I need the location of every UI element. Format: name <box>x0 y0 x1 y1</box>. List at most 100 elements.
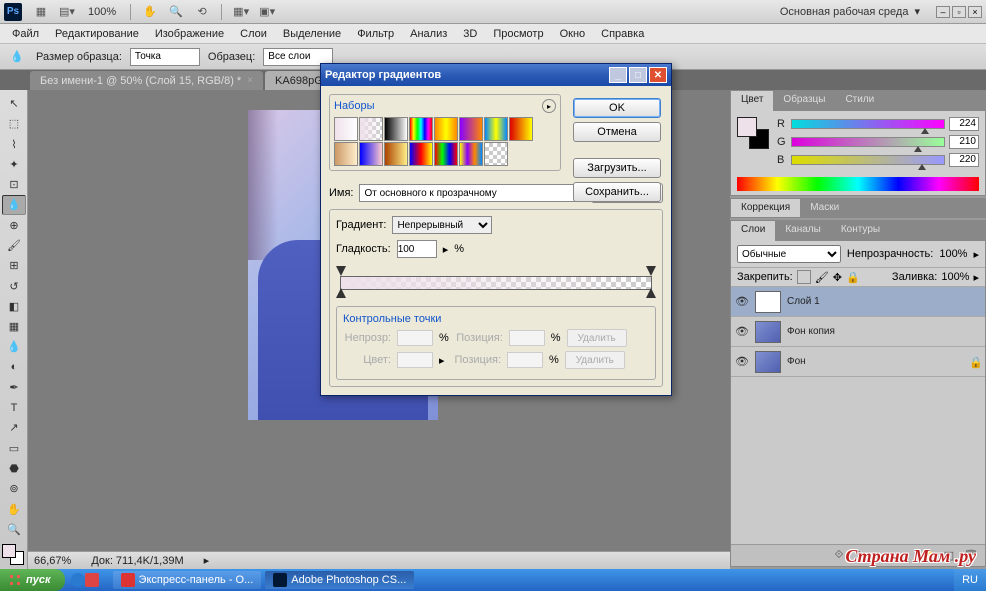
tab-paths[interactable]: Контуры <box>831 221 890 241</box>
load-button[interactable]: Загрузить... <box>573 158 661 178</box>
maximize-button[interactable]: ▫ <box>952 6 966 18</box>
brush-tool[interactable]: 🖌 <box>2 236 26 255</box>
spectrum-bar[interactable] <box>737 177 979 191</box>
fill-value[interactable]: 100% <box>941 271 969 283</box>
menu-window[interactable]: Окно <box>552 26 594 42</box>
viewmode-icon[interactable]: ▤▾ <box>56 3 78 21</box>
menu-help[interactable]: Справка <box>593 26 652 42</box>
zoom-tool[interactable]: 🔍 <box>2 520 26 539</box>
zoom-level[interactable]: 100% <box>82 6 122 18</box>
layer-thumbnail[interactable] <box>755 291 781 313</box>
workspace-switcher[interactable]: Основная рабочая среда▾ <box>772 5 928 18</box>
taskbar-item[interactable]: Adobe Photoshop CS... <box>265 571 414 589</box>
gradient-preset[interactable] <box>459 142 483 166</box>
gradient-preset[interactable] <box>509 117 533 141</box>
eyedropper-tool[interactable]: 💧 <box>2 195 26 214</box>
gradient-preset[interactable] <box>359 142 383 166</box>
close-button[interactable]: ✕ <box>649 67 667 83</box>
lock-pixels-icon[interactable]: 🖌 <box>815 271 829 284</box>
gradient-preset[interactable] <box>434 117 458 141</box>
3d-tool[interactable]: ⬣ <box>2 459 26 478</box>
maximize-button[interactable]: □ <box>629 67 647 83</box>
yandex-icon[interactable] <box>85 573 99 587</box>
gradient-preset[interactable] <box>384 117 408 141</box>
gradient-preset[interactable] <box>409 142 433 166</box>
heal-tool[interactable]: ⊕ <box>2 216 26 235</box>
gradient-preset[interactable] <box>459 117 483 141</box>
visibility-icon[interactable]: 👁 <box>735 295 749 309</box>
pen-tool[interactable]: ✒ <box>2 378 26 397</box>
tab-swatches[interactable]: Образцы <box>773 91 835 111</box>
document-tab[interactable]: Без имени-1 @ 50% (Слой 15, RGB/8) *× <box>30 71 263 90</box>
minimize-button[interactable]: – <box>936 6 950 18</box>
gradient-preset[interactable] <box>384 142 408 166</box>
r-value[interactable]: 224 <box>949 117 979 131</box>
cancel-button[interactable]: Отмена <box>573 122 661 142</box>
opacity-stop[interactable] <box>336 266 346 276</box>
status-zoom[interactable]: 66,67% <box>34 555 71 567</box>
ok-button[interactable]: OK <box>573 98 661 118</box>
zoom-icon[interactable]: 🔍 <box>165 3 187 21</box>
visibility-icon[interactable]: 👁 <box>735 325 749 339</box>
crop-tool[interactable]: ⊡ <box>2 175 26 194</box>
menu-filter[interactable]: Фильтр <box>349 26 402 42</box>
marquee-tool[interactable]: ⬚ <box>2 114 26 133</box>
hand-icon[interactable]: ✋ <box>139 3 161 21</box>
taskbar-item[interactable]: Экспресс-панель - O... <box>113 571 262 589</box>
dialog-titlebar[interactable]: Редактор градиентов _ □ ✕ <box>321 64 671 86</box>
layer-thumbnail[interactable] <box>755 321 781 343</box>
opacity-stop[interactable] <box>646 266 656 276</box>
layer-row[interactable]: 👁 Фон копия <box>731 317 985 347</box>
blur-tool[interactable]: 💧 <box>2 337 26 356</box>
save-button[interactable]: Сохранить... <box>573 182 661 202</box>
close-icon[interactable]: × <box>247 75 253 86</box>
screenmode-icon[interactable]: ▣▾ <box>256 3 278 21</box>
tab-layers[interactable]: Слои <box>731 221 775 241</box>
menu-file[interactable]: Файл <box>4 26 47 42</box>
smoothness-input[interactable] <box>397 240 437 258</box>
layer-row[interactable]: 👁 Слой 1 <box>731 287 985 317</box>
gradient-preset[interactable] <box>409 117 433 141</box>
stamp-tool[interactable]: ⊞ <box>2 256 26 275</box>
g-slider[interactable] <box>791 137 945 147</box>
lock-transparency-icon[interactable] <box>797 270 811 284</box>
gradient-preset[interactable] <box>484 117 508 141</box>
layer-row[interactable]: 👁 Фон 🔒 <box>731 347 985 377</box>
hand-tool[interactable]: ✋ <box>2 499 26 518</box>
lock-all-icon[interactable]: 🔒 <box>846 271 860 284</box>
tab-channels[interactable]: Каналы <box>775 221 831 241</box>
gradient-bar[interactable] <box>336 268 656 296</box>
3d-camera-tool[interactable]: ⊚ <box>2 479 26 498</box>
tab-styles[interactable]: Стили <box>835 91 884 111</box>
menu-3d[interactable]: 3D <box>455 26 485 42</box>
ie-icon[interactable] <box>71 573 85 587</box>
wand-tool[interactable]: ✦ <box>2 155 26 174</box>
shape-tool[interactable]: ▭ <box>2 439 26 458</box>
visibility-icon[interactable]: 👁 <box>735 355 749 369</box>
menu-view[interactable]: Просмотр <box>485 26 551 42</box>
presets-menu-icon[interactable]: ▸ <box>542 99 556 113</box>
menu-layer[interactable]: Слои <box>232 26 275 42</box>
menu-edit[interactable]: Редактирование <box>47 26 147 42</box>
layer-thumbnail[interactable] <box>755 351 781 373</box>
gradient-preset[interactable] <box>334 142 358 166</box>
minimize-button[interactable]: _ <box>609 67 627 83</box>
gradient-tool[interactable]: ▦ <box>2 317 26 336</box>
tab-color[interactable]: Цвет <box>731 91 773 111</box>
tab-adjustments[interactable]: Коррекция <box>731 199 800 217</box>
blend-mode-select[interactable]: Обычные <box>737 245 841 263</box>
dodge-tool[interactable]: ◐ <box>2 358 26 377</box>
gradient-preset[interactable] <box>359 117 383 141</box>
lasso-tool[interactable]: ⌇ <box>2 135 26 154</box>
gradient-type-select[interactable]: Непрерывный <box>392 216 492 234</box>
move-tool[interactable]: ↖ <box>2 94 26 113</box>
rotate-icon[interactable]: ⟲ <box>191 3 213 21</box>
opacity-value[interactable]: 100% <box>939 248 967 260</box>
tab-masks[interactable]: Маски <box>800 199 849 217</box>
sample-size-select[interactable] <box>130 48 200 66</box>
path-tool[interactable]: ↗ <box>2 418 26 437</box>
gradient-preset[interactable] <box>484 142 508 166</box>
gradient-preset[interactable] <box>334 117 358 141</box>
start-button[interactable]: пуск <box>0 569 65 591</box>
menu-analysis[interactable]: Анализ <box>402 26 455 42</box>
